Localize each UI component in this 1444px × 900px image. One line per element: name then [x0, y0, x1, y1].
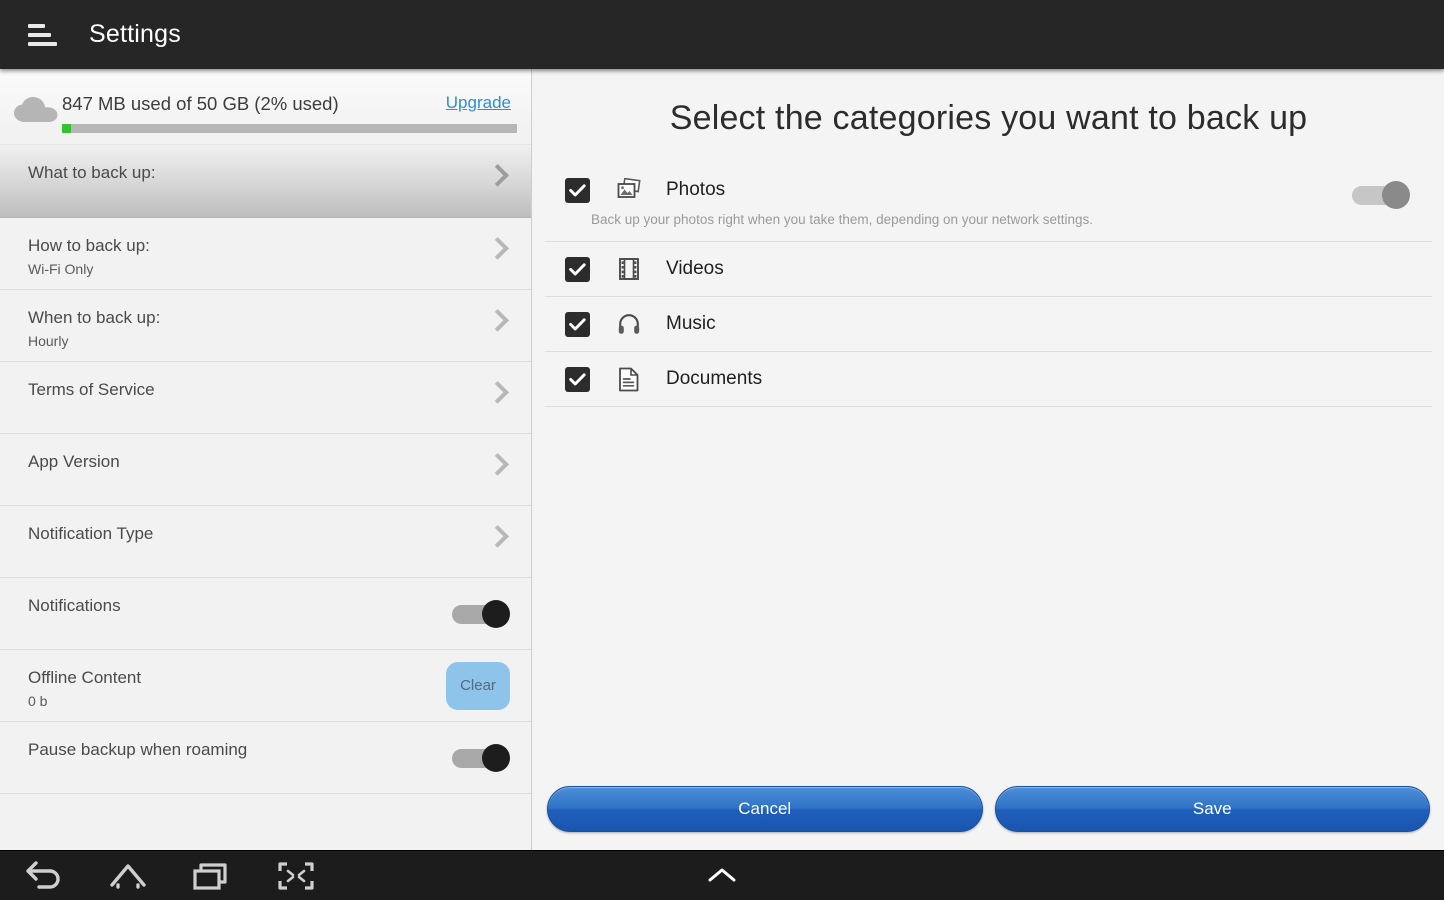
sidebar-item-when-to-back-up[interactable]: When to back up: Hourly [0, 290, 531, 362]
category-list: Photos Back up your photos right when you… [533, 163, 1444, 407]
sidebar-item-notification-type[interactable]: Notification Type [0, 506, 531, 578]
photos-icon [616, 177, 642, 203]
checkbox-documents[interactable] [565, 366, 590, 392]
storage-text: 847 MB used of 50 GB (2% used) [62, 93, 339, 114]
category-row-videos[interactable]: Videos [545, 242, 1432, 297]
sidebar-item-label: Terms of Service [28, 380, 155, 399]
category-label: Videos [666, 258, 724, 279]
category-description: Back up your photos right when you take … [591, 212, 1094, 227]
save-button[interactable]: Save [994, 786, 1430, 832]
upgrade-link[interactable]: Upgrade [446, 93, 511, 113]
sidebar-item-label: App Version [28, 452, 120, 471]
sidebar-item-offline-content[interactable]: Offline Content 0 b Clear [0, 650, 531, 722]
sidebar-item-label: What to back up: [28, 163, 156, 182]
toggle-knob [482, 599, 510, 628]
category-label: Music [666, 313, 716, 334]
instant-upload-toggle[interactable] [1352, 181, 1410, 209]
sidebar-item-notifications[interactable]: Notifications [0, 578, 531, 650]
sidebar-item-how-to-back-up[interactable]: How to back up: Wi-Fi Only [0, 218, 531, 290]
film-icon [616, 256, 642, 282]
hamburger-icon[interactable] [28, 23, 58, 46]
category-row-music[interactable]: Music [545, 297, 1432, 352]
settings-sidebar: 847 MB used of 50 GB (2% used) Upgrade W… [0, 69, 532, 850]
home-icon[interactable] [106, 859, 150, 893]
sidebar-item-pause-backup-when-roaming[interactable]: Pause backup when roaming [0, 722, 531, 794]
chevron-up-icon[interactable] [702, 863, 742, 889]
headphones-icon [616, 311, 642, 337]
checkbox-videos[interactable] [565, 256, 590, 282]
hamburger-bar [28, 23, 45, 28]
page-title: Settings [89, 20, 181, 48]
android-navigation-bar [0, 850, 1444, 900]
sidebar-item-what-to-back-up[interactable]: What to back up: [0, 144, 531, 218]
sidebar-item-label: When to back up: [28, 308, 161, 327]
category-label: Photos [666, 179, 726, 200]
cancel-button[interactable]: Cancel [547, 786, 983, 832]
recents-icon[interactable] [190, 859, 234, 893]
sidebar-item-terms-of-service[interactable]: Terms of Service [0, 362, 531, 434]
backup-categories-panel: Select the categories you want to back u… [533, 69, 1444, 850]
storage-progress-fill [62, 124, 72, 133]
clear-offline-content-button[interactable]: Clear [446, 661, 510, 710]
document-icon [616, 366, 642, 392]
storage-progress-bar [62, 124, 517, 133]
sidebar-item-subtitle: Wi-Fi Only [28, 261, 94, 277]
shrink-screen-icon[interactable] [274, 859, 318, 893]
sidebar-item-app-version[interactable]: App Version [0, 434, 531, 506]
category-label: Documents [666, 368, 763, 389]
storage-summary: 847 MB used of 50 GB (2% used) Upgrade [0, 69, 531, 144]
back-icon[interactable] [22, 859, 66, 893]
hamburger-bar [28, 41, 57, 46]
panel-heading: Select the categories you want to back u… [669, 99, 1308, 137]
toggle-knob [1382, 181, 1410, 209]
checkbox-photos[interactable] [565, 177, 590, 203]
cloud-icon [14, 97, 58, 122]
category-row-photos[interactable]: Photos Back up your photos right when you… [545, 163, 1432, 242]
sidebar-item-subtitle: Hourly [28, 333, 69, 349]
toggle-knob [482, 743, 510, 772]
sidebar-item-label: How to back up: [28, 236, 150, 255]
toggle-switch[interactable] [452, 599, 510, 628]
toggle-switch[interactable] [452, 743, 510, 772]
checkbox-music[interactable] [565, 311, 590, 337]
title-bar: Settings [0, 0, 1444, 69]
hamburger-bar [28, 32, 51, 37]
panel-actions: Cancel Save [533, 786, 1444, 832]
category-row-documents[interactable]: Documents [545, 352, 1432, 407]
sidebar-item-label: Notification Type [28, 524, 154, 543]
